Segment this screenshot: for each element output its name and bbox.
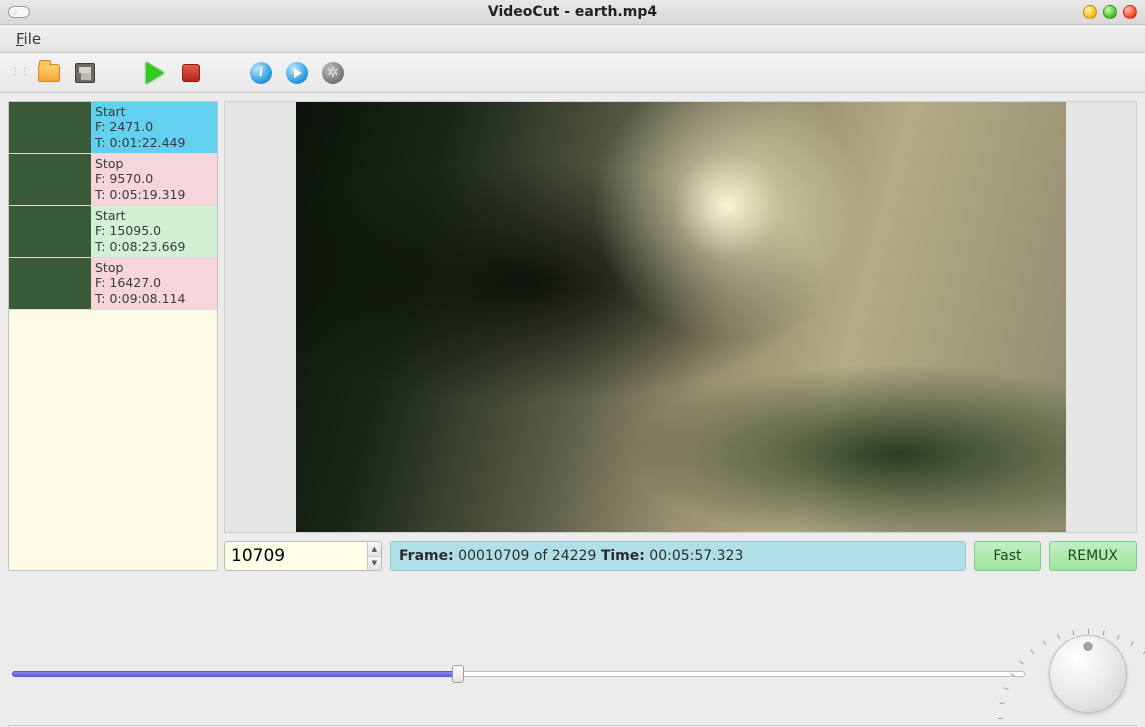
- stop-button[interactable]: [178, 60, 204, 86]
- gear-icon: ✲: [322, 62, 344, 84]
- cut-thumbnail: [9, 102, 91, 153]
- jog-dial[interactable]: [1043, 629, 1133, 719]
- minimize-icon[interactable]: [1083, 5, 1097, 19]
- window-menu-icon[interactable]: [8, 6, 30, 18]
- window-title: VideoCut - earth.mp4: [0, 4, 1145, 20]
- cut-meta: Start F: 15095.0 T: 0:08:23.669: [91, 206, 217, 257]
- menu-file[interactable]: File: [6, 25, 51, 52]
- cut-kind: Start: [95, 208, 213, 223]
- video-viewer[interactable]: [224, 101, 1137, 533]
- window-titlebar: VideoCut - earth.mp4: [0, 0, 1145, 25]
- cut-time: T: 0:01:22.449: [95, 135, 213, 150]
- main-area: Start F: 2471.0 T: 0:01:22.449 Stop F: 9…: [0, 93, 1145, 623]
- cut-list-item[interactable]: Start F: 2471.0 T: 0:01:22.449: [9, 102, 217, 154]
- spin-down-icon[interactable]: ▼: [368, 557, 381, 571]
- toolbar-grip-icon: ⋮⋮: [10, 67, 30, 78]
- cut-list-item[interactable]: Stop F: 16427.0 T: 0:09:08.114: [9, 258, 217, 310]
- cut-kind: Stop: [95, 156, 213, 171]
- cut-list-item[interactable]: Start F: 15095.0 T: 0:08:23.669: [9, 206, 217, 258]
- play-circle-button[interactable]: [284, 60, 310, 86]
- seek-slider[interactable]: [12, 664, 1025, 684]
- info-button[interactable]: i: [248, 60, 274, 86]
- menubar: File: [0, 25, 1145, 53]
- frame-label: Frame:: [399, 548, 454, 564]
- cut-kind: Stop: [95, 260, 213, 275]
- cut-time: T: 0:09:08.114: [95, 291, 213, 306]
- menu-file-rest: ile: [24, 30, 42, 48]
- control-row: ▲ ▼ Frame: 00010709 of 24229 Time: 00:05…: [224, 541, 1137, 571]
- cut-frame: F: 2471.0: [95, 119, 213, 134]
- frame-spinbox[interactable]: ▲ ▼: [224, 541, 382, 571]
- maximize-icon[interactable]: [1103, 5, 1117, 19]
- play-button[interactable]: [142, 60, 168, 86]
- fast-button[interactable]: Fast: [974, 541, 1040, 571]
- seek-thumb[interactable]: [452, 665, 464, 683]
- cut-meta: Stop F: 16427.0 T: 0:09:08.114: [91, 258, 217, 309]
- close-icon[interactable]: [1123, 5, 1137, 19]
- frame-info-bar: Frame: 00010709 of 24229 Time: 00:05:57.…: [390, 541, 966, 571]
- stop-icon: [182, 64, 200, 82]
- cut-frame: F: 15095.0: [95, 223, 213, 238]
- remux-button[interactable]: REMUX: [1049, 541, 1138, 571]
- seek-fill: [12, 671, 458, 677]
- spin-up-icon[interactable]: ▲: [368, 542, 381, 557]
- cut-frame: F: 9570.0: [95, 171, 213, 186]
- cut-frame: F: 16427.0: [95, 275, 213, 290]
- cut-time: T: 0:08:23.669: [95, 239, 213, 254]
- cut-list-item[interactable]: Stop F: 9570.0 T: 0:05:19.319: [9, 154, 217, 206]
- cut-meta: Start F: 2471.0 T: 0:01:22.449: [91, 102, 217, 153]
- play-icon: [146, 62, 164, 84]
- cut-time: T: 0:05:19.319: [95, 187, 213, 202]
- cut-kind: Start: [95, 104, 213, 119]
- cut-meta: Stop F: 9570.0 T: 0:05:19.319: [91, 154, 217, 205]
- save-button[interactable]: [72, 60, 98, 86]
- frame-value: 00010709 of 24229: [458, 548, 596, 564]
- video-frame: [296, 102, 1066, 532]
- settings-button[interactable]: ✲: [320, 60, 346, 86]
- folder-open-icon: [38, 64, 60, 82]
- cut-list[interactable]: Start F: 2471.0 T: 0:01:22.449 Stop F: 9…: [8, 101, 218, 571]
- seek-row: [0, 623, 1145, 721]
- floppy-save-icon: [75, 63, 95, 83]
- time-value: 00:05:57.323: [649, 548, 743, 564]
- cut-thumbnail: [9, 206, 91, 257]
- dial-indicator-icon: [1084, 642, 1093, 651]
- time-label: Time:: [601, 548, 645, 564]
- cut-thumbnail: [9, 258, 91, 309]
- toolbar: ⋮⋮ i ✲: [0, 53, 1145, 93]
- open-button[interactable]: [36, 60, 62, 86]
- frame-number-input[interactable]: [225, 542, 367, 570]
- play-circle-icon: [286, 62, 308, 84]
- info-icon: i: [250, 62, 272, 84]
- video-area: ▲ ▼ Frame: 00010709 of 24229 Time: 00:05…: [224, 101, 1137, 615]
- cut-thumbnail: [9, 154, 91, 205]
